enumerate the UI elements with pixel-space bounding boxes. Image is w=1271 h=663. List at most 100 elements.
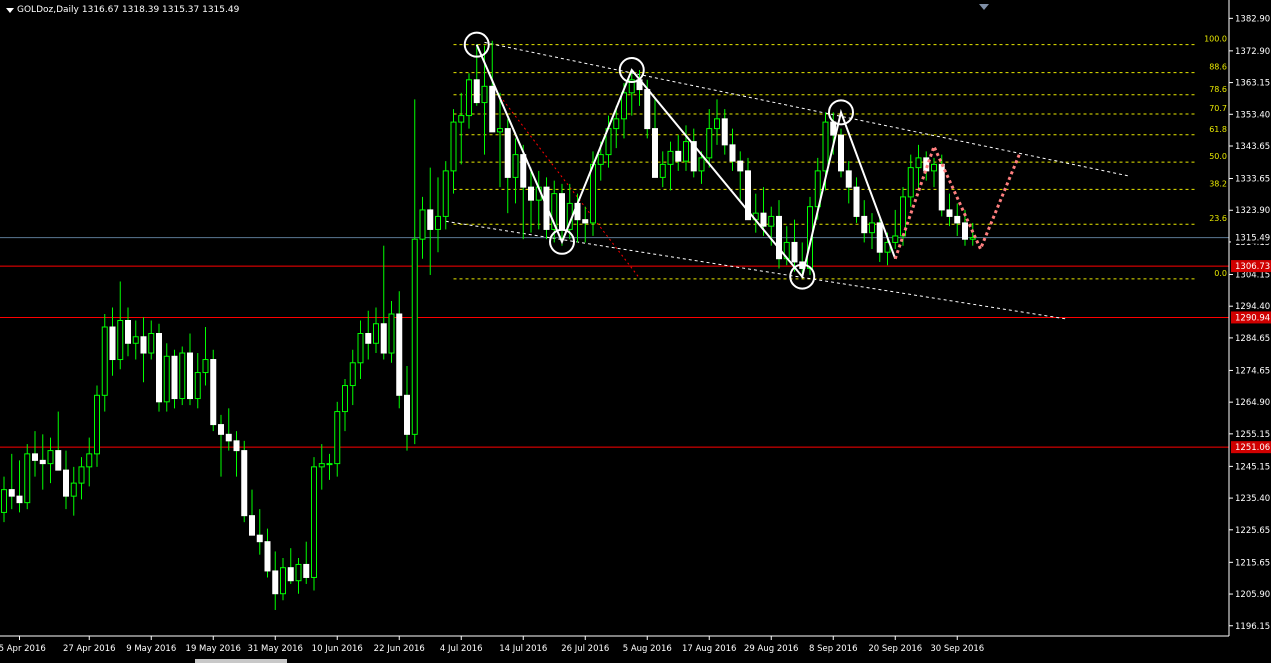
candle — [861, 200, 868, 243]
candle-body — [931, 163, 937, 172]
date-tick-label: 4 Jul 2016 — [440, 644, 483, 654]
candle-body — [458, 115, 465, 123]
menu-dropdown-icon[interactable] — [6, 7, 14, 13]
candle — [466, 73, 472, 129]
candle-body — [373, 323, 379, 344]
line-price-tag: 1251.06 — [1235, 443, 1270, 453]
price-tick-label: 1274.65 — [1235, 366, 1270, 376]
candle-body — [512, 154, 519, 178]
candle — [187, 333, 193, 406]
candle-body — [179, 352, 186, 400]
candle — [737, 151, 744, 201]
candle — [706, 109, 713, 168]
candle-body — [613, 118, 620, 130]
candle-body — [8, 489, 15, 497]
date-tick-label: 5 Aug 2016 — [623, 644, 672, 654]
candle-body — [94, 394, 100, 455]
candle-body — [380, 323, 387, 354]
candle — [287, 548, 294, 584]
candle-body — [187, 352, 193, 400]
candle-body — [295, 563, 302, 582]
candle-body — [241, 450, 248, 517]
price-axis[interactable]: 1382.90 1372.90 1363.15 1353.40 1343.65 1333.… — [0, 0, 1271, 637]
price-tick-label: 1363.15 — [1235, 79, 1270, 89]
candle-body — [125, 320, 131, 344]
candle-body — [404, 394, 410, 435]
chart-shift-marker-icon[interactable] — [979, 4, 989, 10]
candle — [156, 323, 162, 412]
line-price-tag: 1290.94 — [1235, 313, 1270, 323]
candle-body — [838, 134, 844, 172]
fib-level-label: 38.2 — [1209, 179, 1227, 188]
date-tick-label: 8 Sep 2016 — [809, 644, 857, 654]
candle-body — [365, 333, 372, 344]
candle-body — [830, 121, 837, 136]
candle-body — [652, 128, 658, 178]
candle-body — [721, 118, 728, 146]
candle-body — [706, 128, 713, 159]
candle — [63, 450, 69, 510]
candle-body — [218, 424, 224, 435]
candle — [241, 440, 248, 523]
candle-body — [644, 89, 651, 130]
candle — [659, 151, 666, 188]
fib-level-label: 70.7 — [1209, 104, 1227, 113]
candle-body — [342, 385, 348, 413]
candle-body — [760, 212, 767, 227]
candle — [272, 551, 279, 610]
candle-body — [791, 241, 798, 263]
candle — [194, 353, 201, 409]
date-axis[interactable]: 15 Apr 2016 27 Apr 2016 9 May 2016 19 May 2… — [0, 636, 984, 654]
candle — [435, 177, 441, 253]
date-tick-label: 29 Aug 2016 — [744, 644, 798, 654]
candle — [233, 431, 240, 477]
projection-path — [893, 142, 1021, 260]
price-chart[interactable]: 100.0 88.6 78.6 70.7 61.8 50.0 38.2 23.6 0.0 138… — [0, 0, 1271, 663]
date-tick-label: 30 Sep 2016 — [930, 644, 984, 654]
chart-tab-scrollbar[interactable] — [195, 659, 287, 663]
candle-body — [264, 541, 271, 572]
candle-body — [326, 463, 333, 466]
candle-body — [659, 163, 666, 178]
candle-body — [597, 154, 604, 165]
candle — [667, 141, 674, 191]
date-tick-label: 14 Jul 2016 — [499, 644, 547, 654]
price-tick-label: 1215.65 — [1235, 558, 1270, 568]
candle — [396, 291, 403, 409]
candle — [1, 476, 7, 523]
candle-body — [427, 209, 434, 230]
candle-body — [892, 235, 899, 243]
candle-body — [132, 336, 139, 344]
candle — [512, 138, 519, 204]
line-price-tag: 1306.73 — [1235, 262, 1270, 272]
candle-body — [16, 495, 23, 504]
candle-body — [388, 313, 395, 354]
candle-body — [357, 333, 364, 364]
candle-body — [497, 128, 503, 133]
candle-body — [869, 222, 875, 234]
candle-body — [233, 440, 240, 452]
candle-body — [202, 359, 209, 374]
candle — [365, 310, 372, 360]
candle — [721, 109, 728, 155]
fib-level-label: 88.6 — [1209, 63, 1227, 72]
candle — [900, 187, 906, 246]
price-tick-label: 1225.65 — [1235, 526, 1270, 536]
candle-body — [101, 326, 108, 396]
candle-body — [86, 453, 93, 468]
channel-line — [484, 41, 1128, 177]
candle-body — [1, 489, 7, 513]
date-tick-label: 20 Sep 2016 — [868, 644, 922, 654]
candle — [535, 170, 542, 230]
candle — [55, 411, 62, 471]
chart-title-bar[interactable]: GOLDoz,Daily 1316.67 1318.39 1315.37 131… — [6, 5, 239, 15]
candle-body — [140, 336, 147, 354]
candle — [373, 307, 379, 354]
candle — [8, 453, 15, 510]
candle — [47, 437, 54, 484]
date-tick-label: 17 Aug 2016 — [682, 644, 736, 654]
candle — [148, 320, 155, 360]
candle-body — [24, 453, 31, 504]
candle — [70, 466, 77, 516]
candle-body — [55, 450, 62, 471]
